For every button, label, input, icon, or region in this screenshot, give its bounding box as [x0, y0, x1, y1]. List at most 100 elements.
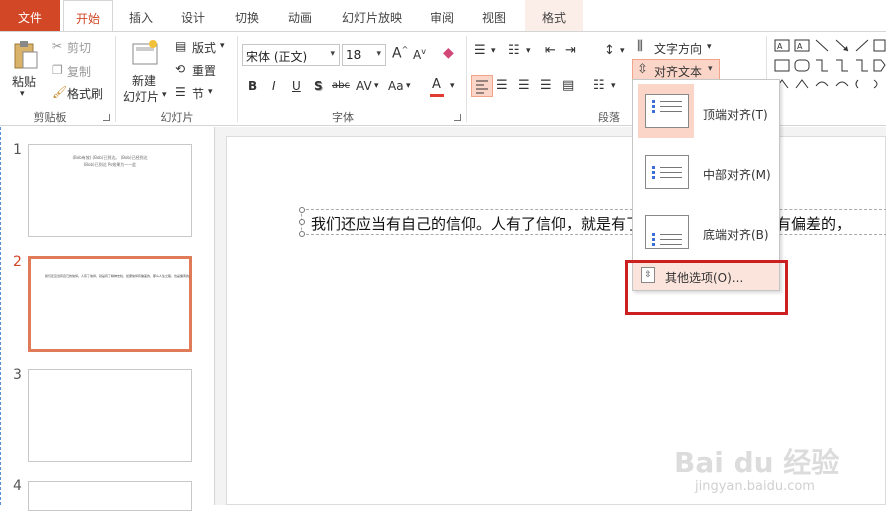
- bullets-dropdown-arrow[interactable]: ▾: [491, 46, 496, 56]
- align-bottom-label[interactable]: 底端对齐(B): [703, 226, 769, 243]
- align-middle-label[interactable]: 中部对齐(M): [703, 166, 771, 183]
- text-box[interactable]: 我们还应当有自己的信仰。人有了信仰，就是有了精神支柱，如果信仰有偏差的，: [299, 207, 886, 237]
- tab-home[interactable]: 开始: [63, 0, 113, 32]
- decrease-font-icon[interactable]: Av: [413, 47, 426, 62]
- font-size-dropdown-arrow[interactable]: ▾: [376, 49, 381, 59]
- bold-button[interactable]: B: [248, 79, 257, 93]
- decrease-indent-icon[interactable]: ⇤: [545, 43, 556, 58]
- font-name-select[interactable]: 宋体 (正文) ▾: [242, 44, 340, 66]
- icon-line: [660, 239, 682, 240]
- thumbnail-text: (Bob)已到达 Ps效果为一一此: [83, 162, 137, 167]
- align-left-button[interactable]: [471, 75, 493, 97]
- line-spacing-icon[interactable]: ↕: [604, 43, 615, 58]
- paste-label[interactable]: 粘贴: [12, 73, 36, 90]
- layout-dropdown-arrow[interactable]: ▾: [220, 41, 225, 51]
- slide-thumbnail-2[interactable]: 我们还应当有自己的信仰。人有了信仰，就是有了精神支柱，如果信仰有偏差的，那么人生…: [28, 256, 192, 352]
- slide-editing-area: 我们还应当有自己的信仰。人有了信仰，就是有了精神支柱，如果信仰有偏差的， Bai…: [215, 127, 886, 505]
- resize-handle[interactable]: [299, 207, 305, 213]
- text-direction-icon: ⫼: [637, 39, 643, 54]
- columns-icon[interactable]: ☷: [593, 78, 605, 93]
- line-spacing-dropdown-arrow[interactable]: ▾: [620, 46, 625, 56]
- new-slide-label-2[interactable]: 幻灯片: [123, 88, 159, 105]
- svg-text:A: A: [797, 42, 803, 51]
- distributed-icon[interactable]: ▤: [562, 78, 574, 93]
- align-top-item[interactable]: [645, 94, 689, 128]
- tab-transitions[interactable]: 切换: [224, 0, 270, 31]
- layout-icon: ▤: [175, 39, 187, 53]
- icon-line: [660, 101, 682, 102]
- increase-indent-icon[interactable]: ⇥: [565, 43, 576, 58]
- new-slide-icon[interactable]: [130, 38, 160, 68]
- section-button[interactable]: 节: [192, 85, 204, 102]
- columns-dropdown-arrow[interactable]: ▾: [611, 81, 616, 91]
- font-size-select[interactable]: 18 ▾: [342, 44, 386, 66]
- icon-dot: [652, 110, 655, 113]
- thumbnail-text: 我们还应当有自己的信仰。人有了信仰，就是有了精神支柱，如果信仰有偏差的，那么人生…: [45, 274, 193, 278]
- font-color-button[interactable]: A: [432, 77, 441, 92]
- change-case-dropdown-arrow[interactable]: ▾: [406, 81, 411, 91]
- tab-design[interactable]: 设计: [170, 0, 216, 31]
- tab-view[interactable]: 视图: [471, 0, 517, 31]
- resize-handle[interactable]: [299, 219, 305, 225]
- slide-thumbnail-1[interactable]: (Bob有效) (Bob)已到达。 (Bob)已经到达 (Bob)已到达 Ps效…: [28, 144, 192, 237]
- paste-icon[interactable]: [12, 40, 38, 70]
- resize-handle[interactable]: [299, 231, 305, 237]
- shadow-button[interactable]: S: [314, 79, 323, 93]
- font-launcher-icon[interactable]: [454, 114, 461, 121]
- icon-dot: [652, 238, 655, 241]
- tab-format[interactable]: 格式: [525, 0, 583, 31]
- char-spacing-button[interactable]: AV: [356, 79, 372, 93]
- clipboard-launcher-icon[interactable]: [103, 114, 110, 121]
- align-bottom-icon: [652, 233, 655, 236]
- paste-dropdown-arrow[interactable]: ▾: [20, 89, 25, 99]
- tab-animations[interactable]: 动画: [277, 0, 323, 31]
- tab-review[interactable]: 审阅: [419, 0, 465, 31]
- align-text-button[interactable]: ⇳ 对齐文本 ▾: [632, 59, 720, 81]
- divider: [466, 36, 467, 122]
- icon-line: [660, 177, 682, 178]
- numbering-dropdown-arrow[interactable]: ▾: [526, 46, 531, 56]
- format-painter-button[interactable]: 格式刷: [67, 85, 103, 102]
- icon-line: [660, 111, 682, 112]
- reset-button[interactable]: 重置: [192, 62, 216, 79]
- align-top-label[interactable]: 顶端对齐(T): [703, 106, 768, 123]
- cut-button[interactable]: 剪切: [67, 39, 91, 56]
- font-name-dropdown-arrow[interactable]: ▾: [330, 49, 335, 59]
- slide-thumbnail-3[interactable]: [28, 369, 192, 462]
- increase-font-icon[interactable]: A^: [392, 45, 408, 62]
- section-dropdown-arrow[interactable]: ▾: [208, 87, 213, 97]
- font-color-dropdown-arrow[interactable]: ▾: [450, 81, 455, 91]
- strikethrough-button[interactable]: abc: [332, 80, 350, 91]
- copy-button[interactable]: 复制: [67, 63, 91, 80]
- justify-icon[interactable]: ☰: [540, 78, 552, 93]
- clear-formatting-icon[interactable]: ◆: [443, 45, 454, 61]
- cut-icon: ✂: [52, 39, 63, 53]
- tab-insert[interactable]: 插入: [118, 0, 164, 31]
- bullets-icon[interactable]: ☰: [474, 43, 486, 58]
- tab-slideshow[interactable]: 幻灯片放映: [334, 0, 410, 31]
- watermark-url: jingyan.baidu.com: [695, 479, 815, 494]
- align-center-icon[interactable]: ☰: [496, 78, 508, 93]
- tab-file[interactable]: 文件: [0, 0, 60, 31]
- align-middle-item[interactable]: [645, 155, 689, 189]
- new-slide-dropdown-arrow[interactable]: ▾: [162, 90, 167, 100]
- slide-number: 2: [13, 254, 22, 270]
- font-size-value: 18: [346, 48, 362, 62]
- section-icon: ☰: [175, 85, 186, 99]
- svg-text:A: A: [777, 42, 783, 51]
- layout-button[interactable]: 版式: [192, 39, 216, 56]
- underline-button[interactable]: U: [292, 79, 301, 93]
- align-right-icon[interactable]: ☰: [518, 78, 530, 93]
- char-spacing-dropdown-arrow[interactable]: ▾: [374, 81, 379, 91]
- change-case-button[interactable]: Aa: [388, 79, 404, 93]
- text-direction-dropdown-arrow[interactable]: ▾: [707, 42, 712, 52]
- new-slide-label[interactable]: 新建: [132, 72, 156, 89]
- text-direction-button[interactable]: 文字方向: [654, 40, 702, 57]
- shapes-icon: A A: [774, 39, 886, 89]
- shapes-gallery[interactable]: A A: [770, 36, 886, 100]
- align-bottom-item[interactable]: [645, 215, 689, 249]
- italic-button[interactable]: I: [272, 79, 276, 93]
- current-slide[interactable]: 我们还应当有自己的信仰。人有了信仰，就是有了精神支柱，如果信仰有偏差的， Bai…: [226, 136, 886, 505]
- slide-thumbnail-4[interactable]: [28, 481, 192, 511]
- numbering-icon[interactable]: ☷: [508, 43, 520, 58]
